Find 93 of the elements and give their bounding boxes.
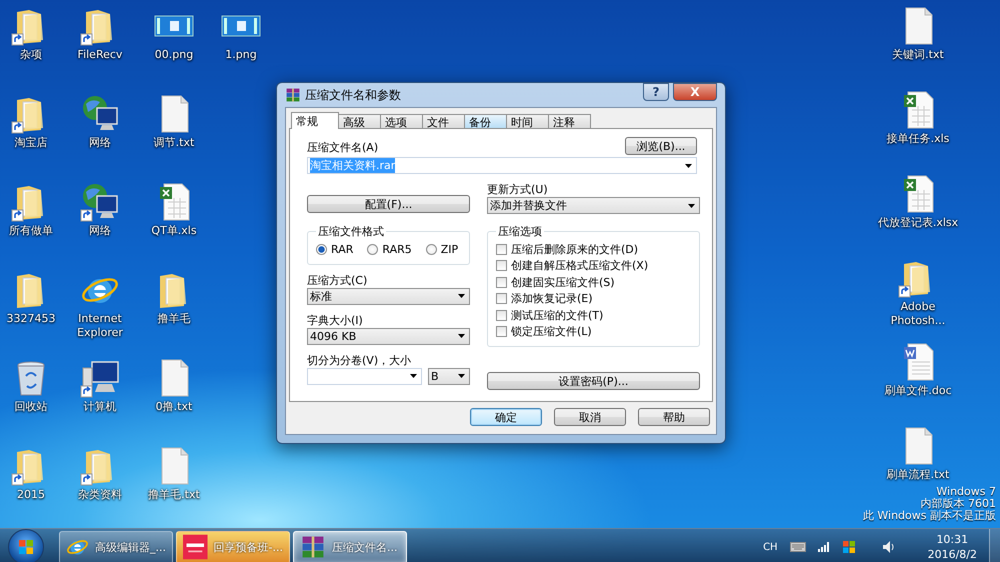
profiles-button[interactable]: 配置(F)... — [307, 195, 470, 213]
volume-icon[interactable] — [882, 540, 896, 554]
option-label: RAR — [331, 242, 354, 256]
browse-button[interactable]: 浏览(B)... — [625, 137, 697, 155]
radio-button[interactable] — [426, 244, 437, 255]
option-label: 测试压缩的文件(T) — [511, 308, 604, 323]
group-title: 压缩选项 — [497, 224, 543, 239]
dropdown-arrow-icon — [458, 294, 465, 298]
icon-label: 0撸.txt — [156, 400, 192, 414]
dropdown[interactable]: 4096 KB — [307, 328, 470, 344]
icon-label: 接单任务.xls — [886, 132, 950, 146]
icon-label: 刷单文件.doc — [884, 384, 952, 398]
stacked-books-icon — [300, 534, 326, 560]
dialog-button[interactable]: 确定 — [470, 408, 542, 426]
tab[interactable]: 文件 — [422, 114, 465, 129]
signal-icon[interactable] — [818, 542, 830, 552]
icon-label: 杂项 — [20, 48, 42, 62]
icon-label: Internet Explorer — [76, 312, 124, 340]
dropdown[interactable]: B — [428, 368, 470, 384]
icon-label: 网络 — [89, 224, 111, 238]
icon-label: 1.png — [225, 48, 257, 62]
dialog-button[interactable]: 帮助 — [638, 408, 710, 426]
dropdown-arrow-icon — [458, 374, 465, 378]
dropdown[interactable]: 添加并替换文件 — [487, 197, 700, 214]
checkbox[interactable] — [496, 260, 507, 272]
tab[interactable]: 高级 — [338, 114, 381, 129]
radio-button[interactable] — [367, 244, 378, 255]
group-title: 压缩文件格式 — [317, 224, 385, 239]
field-label: 更新方式(U) — [487, 182, 549, 197]
icon-label: 00.png — [154, 48, 194, 62]
option-label: 创建固实压缩文件(S) — [511, 274, 615, 290]
icon-label: 代放登记表.xlsx — [878, 216, 958, 230]
network-shortcut-icon[interactable] — [80, 182, 120, 222]
icon-label: 刷单流程.txt — [886, 468, 950, 482]
dropdown[interactable]: 标准 — [307, 288, 470, 304]
stacked-books-icon — [285, 87, 301, 103]
checkbox[interactable] — [496, 276, 507, 288]
option-label: 添加恢复记录(E) — [511, 291, 593, 306]
tab[interactable]: 备份 — [464, 114, 507, 129]
tab[interactable]: 常规 — [291, 112, 339, 129]
tab[interactable]: 时间 — [506, 114, 549, 129]
activation-notice-text: 此 Windows 副本不是正版 — [862, 510, 996, 522]
start-button[interactable] — [8, 529, 44, 562]
field-label: 切分为分卷(V)，大小 — [307, 352, 412, 368]
icon-label: 计算机 — [84, 400, 116, 414]
app-icon — [183, 533, 208, 561]
option-label: 压缩后删除原来的文件(D) — [511, 242, 638, 257]
clock[interactable]: 10:31 2016/8/2 — [928, 532, 977, 562]
icon-label: 杂类资料 — [78, 488, 122, 502]
option-label: ZIP — [440, 242, 458, 256]
dropdown-arrow-icon — [458, 334, 465, 338]
dropdown-arrow-icon — [685, 164, 692, 168]
field-label: 压缩文件名(A) — [307, 140, 378, 155]
show-desktop-button[interactable] — [989, 529, 1000, 562]
icon-label: 撸羊毛.txt — [148, 488, 200, 502]
dropdown-arrow-icon — [688, 204, 695, 208]
language-indicator[interactable]: CH — [763, 542, 778, 552]
window-title: 压缩文件名和参数 — [305, 86, 402, 104]
icon-label: 撸羊毛 — [158, 312, 190, 326]
taskbar-button[interactable]: 高级编辑器_... — [59, 530, 173, 562]
icon-label: Adobe Photosh... — [890, 300, 946, 328]
activation-notice-text: 内部版本 7601 — [920, 498, 996, 510]
checkbox[interactable] — [496, 326, 507, 338]
icon-label: 所有做单 — [9, 224, 53, 238]
icon-label: FileRecv — [78, 48, 122, 62]
icon-label: QT单.xls — [151, 224, 197, 238]
set-password-button[interactable]: 设置密码(P)... — [487, 372, 700, 390]
radio-button[interactable] — [316, 244, 327, 255]
tab[interactable]: 注释 — [548, 114, 591, 129]
keyboard-icon[interactable] — [790, 542, 806, 552]
option-label: 锁定压缩文件(L) — [511, 324, 592, 340]
activation-notice-text: Windows 7 — [936, 486, 996, 498]
dropdown-arrow-icon — [410, 374, 417, 378]
option-label: 创建自解压格式压缩文件(X) — [511, 258, 648, 274]
logo-icon — [18, 539, 34, 555]
field-label: 字典大小(I) — [307, 312, 364, 328]
checkbox[interactable] — [496, 293, 507, 304]
icon-label: 3327453 — [6, 312, 56, 326]
option-label: RAR5 — [382, 242, 412, 256]
icon-label: 2015 — [17, 488, 45, 502]
checkbox[interactable] — [496, 310, 507, 321]
icon-label: 回收站 — [14, 400, 48, 414]
icon-label: 关键词.txt — [892, 48, 944, 62]
icon-label: 网络 — [89, 136, 111, 150]
icon-label: 淘宝店 — [14, 136, 48, 150]
help-button[interactable]: ? — [643, 83, 669, 101]
dialog-button[interactable]: 取消 — [554, 408, 626, 426]
flag-icon[interactable] — [842, 540, 856, 554]
tab[interactable]: 选项 — [380, 114, 423, 129]
checkbox[interactable] — [496, 244, 507, 255]
field-label: 压缩方式(C) — [307, 272, 368, 288]
volume-size-field[interactable] — [307, 368, 422, 384]
icon-label: 调节.txt — [154, 136, 194, 150]
